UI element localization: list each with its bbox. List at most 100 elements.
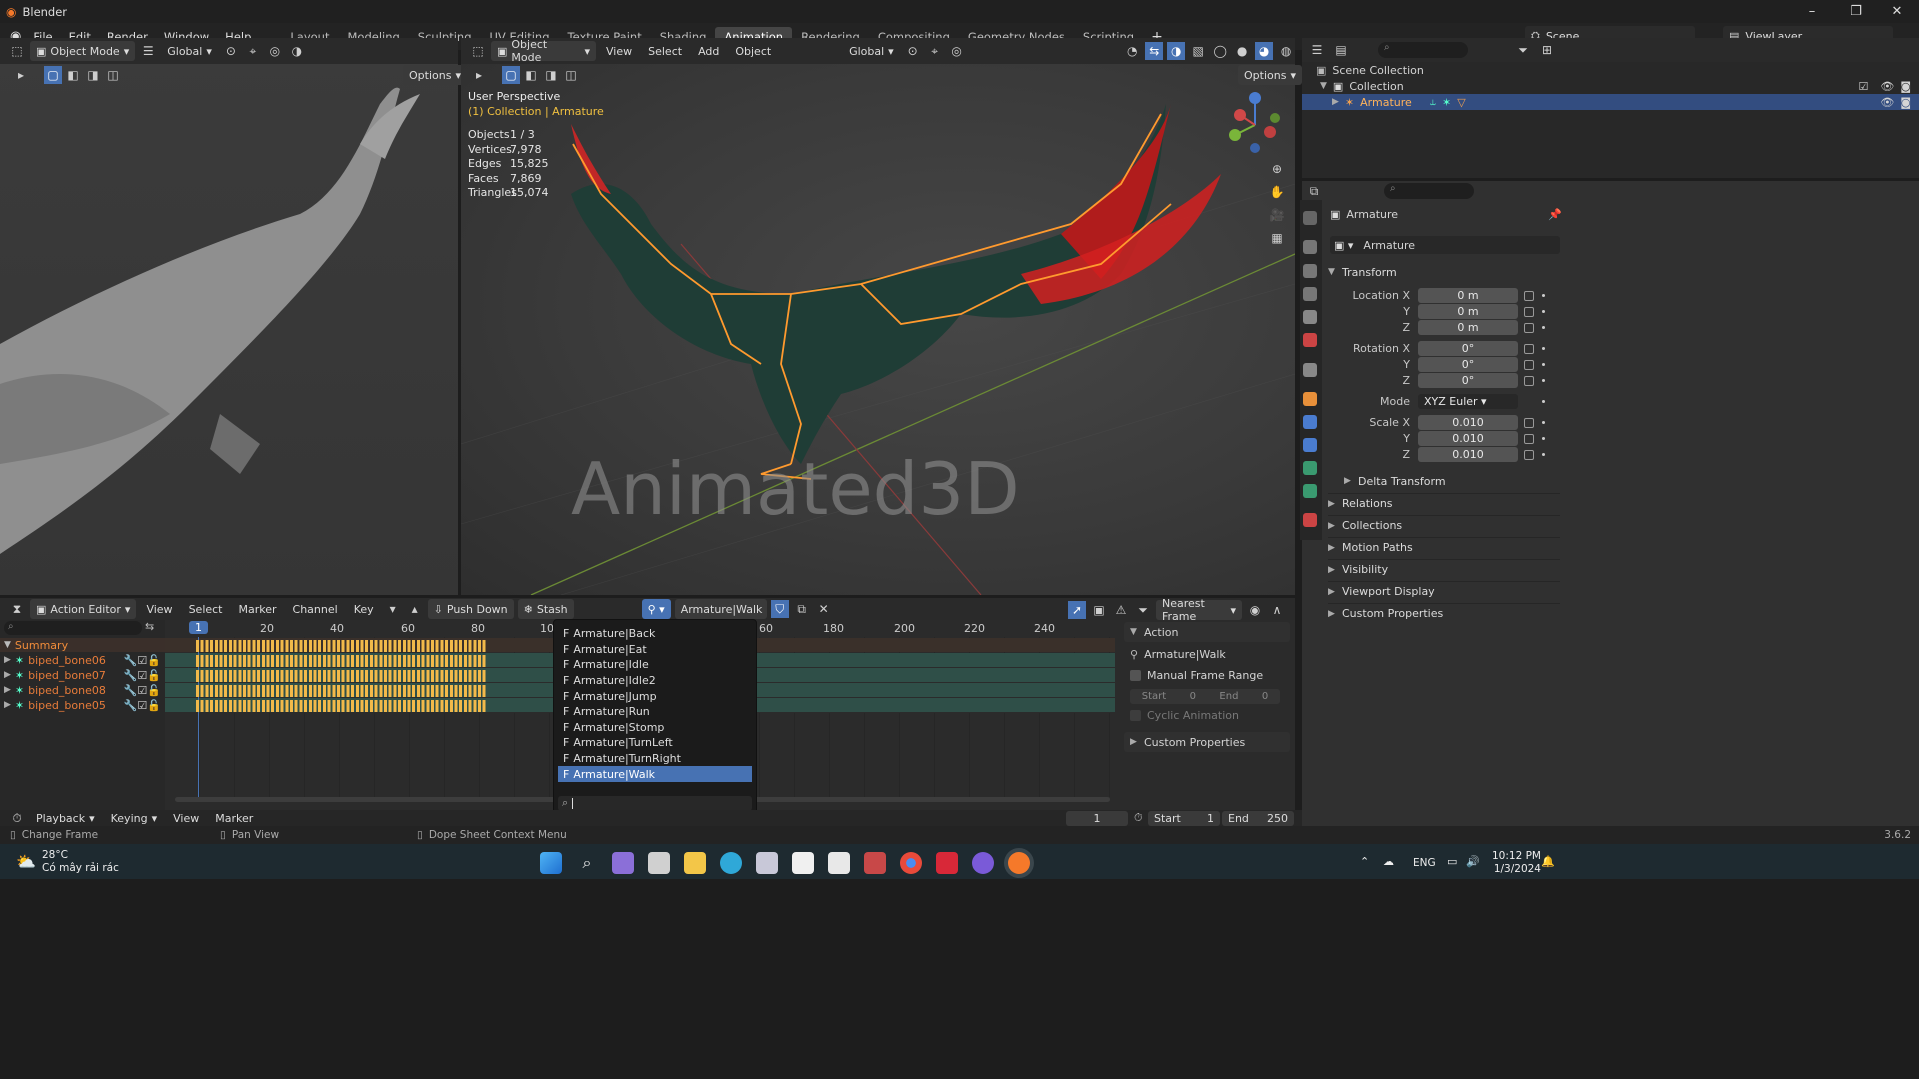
rotation-y-field[interactable]: 0° bbox=[1418, 357, 1518, 372]
current-frame-badge[interactable]: 1 bbox=[189, 621, 208, 634]
manual-range-checkbox[interactable] bbox=[1130, 670, 1141, 681]
select-subtract-icon[interactable]: ◨ bbox=[84, 66, 102, 84]
maximize-button[interactable]: ❐ bbox=[1834, 0, 1878, 23]
armature-eye-icon[interactable]: 👁 bbox=[1880, 96, 1894, 109]
main-select-box-tool-icon[interactable]: ▸ bbox=[470, 66, 488, 84]
start-menu-icon[interactable] bbox=[540, 852, 562, 874]
main-select-extend-icon[interactable]: ◧ bbox=[522, 66, 540, 84]
snipping-tool-icon[interactable] bbox=[756, 852, 778, 874]
keyframe-dot-icon[interactable] bbox=[1542, 347, 1545, 350]
action-item-turnleft[interactable]: F Armature|TurnLeft bbox=[558, 735, 752, 751]
timeline-view-menu[interactable]: View bbox=[167, 808, 205, 828]
select-new-icon[interactable]: ▢ bbox=[44, 66, 62, 84]
editor-type-icon[interactable]: ⬚ bbox=[8, 42, 26, 60]
main-snap-icon[interactable]: ⌖ bbox=[926, 42, 944, 60]
ds-menu-select[interactable]: Select bbox=[183, 599, 229, 619]
proportional-icon[interactable]: ◎ bbox=[266, 42, 284, 60]
channel-search-input[interactable]: ⌕ bbox=[4, 621, 142, 635]
action-search-input[interactable]: ⌕ bbox=[558, 795, 752, 811]
search-taskbar-icon[interactable]: ⌕ bbox=[576, 852, 598, 874]
visibility-header[interactable]: ▶ Visibility bbox=[1328, 559, 1560, 579]
new-collection-icon[interactable]: ⊞ bbox=[1538, 41, 1556, 59]
world-tab-icon[interactable] bbox=[1303, 333, 1317, 347]
weather-icon[interactable]: ⛅ bbox=[16, 852, 36, 871]
channel-bone07[interactable]: ▶ ✶ biped_bone07 🔧 ☑ 🔓 bbox=[0, 668, 165, 682]
channel-lock-icon[interactable]: 🔓 bbox=[147, 699, 161, 712]
action-item-walk[interactable]: F Armature|Walk bbox=[558, 766, 752, 782]
file-explorer-icon[interactable] bbox=[684, 852, 706, 874]
lock-icon[interactable] bbox=[1524, 322, 1534, 333]
output-tab-icon[interactable] bbox=[1303, 264, 1317, 278]
action-item-idle2[interactable]: F Armature|Idle2 bbox=[558, 673, 752, 689]
object-datablock-field[interactable]: ▣ ▾ Armature bbox=[1330, 236, 1560, 254]
action-panel-header[interactable]: ▼ Action bbox=[1124, 622, 1290, 642]
wrench-icon[interactable]: 🔧 bbox=[124, 684, 138, 697]
collection-checkbox-icon[interactable]: ☑ bbox=[1858, 80, 1868, 93]
layer-up-icon[interactable]: ▴ bbox=[406, 600, 424, 618]
editor-mode-select[interactable]: ▣ Action Editor ▾ bbox=[30, 599, 137, 619]
playback-menu[interactable]: Playback ▾ bbox=[30, 808, 101, 828]
collections-header[interactable]: ▶ Collections bbox=[1328, 515, 1560, 535]
rotation-x-field[interactable]: 0° bbox=[1418, 341, 1518, 356]
main-select-subtract-icon[interactable]: ◨ bbox=[542, 66, 560, 84]
menu-add[interactable]: Add bbox=[692, 41, 725, 61]
action-name-field[interactable]: Armature|Walk bbox=[674, 599, 767, 619]
collection-eye-icon[interactable]: 👁 bbox=[1880, 80, 1894, 93]
minimize-button[interactable]: – bbox=[1790, 0, 1834, 23]
edge-browser-icon[interactable] bbox=[720, 852, 742, 874]
stash-button[interactable]: ❄ Stash bbox=[517, 599, 574, 619]
action-custom-props-header[interactable]: ▶ Custom Properties bbox=[1124, 732, 1290, 752]
lock-icon[interactable] bbox=[1524, 417, 1534, 428]
menu-select[interactable]: Select bbox=[642, 41, 688, 61]
widgets-icon[interactable] bbox=[612, 852, 634, 874]
gizmo-toggle-icon[interactable]: ⇆ bbox=[1145, 42, 1164, 60]
ds-menu-view[interactable]: View bbox=[140, 599, 178, 619]
end-frame-field[interactable]: End 250 bbox=[1222, 810, 1294, 826]
main-pivot-icon[interactable]: ⊙ bbox=[904, 42, 922, 60]
channel-checkbox-icon[interactable]: ☑ bbox=[137, 654, 147, 667]
network-cloud-icon[interactable]: ☁ bbox=[1383, 855, 1394, 868]
start-frame-field[interactable]: Start 1 bbox=[1148, 810, 1220, 826]
menu-object[interactable]: Object bbox=[729, 41, 777, 61]
ds-menu-marker[interactable]: Marker bbox=[233, 599, 283, 619]
manual-range-row[interactable]: Manual Frame Range bbox=[1130, 669, 1263, 682]
left-transform-orientation[interactable]: Global ▾ bbox=[161, 41, 218, 61]
ds-menu-channel[interactable]: Channel bbox=[287, 599, 344, 619]
delta-transform-header[interactable]: ▶ Delta Transform bbox=[1344, 471, 1560, 491]
dopesheet-editor-icon[interactable]: ⧗ bbox=[8, 600, 26, 618]
keyframe-dot-icon[interactable] bbox=[1542, 294, 1545, 297]
properties-search-input[interactable]: ⌕ bbox=[1384, 183, 1474, 199]
visibility-filter-icon[interactable]: ◔ bbox=[1123, 42, 1141, 60]
notification-bell-icon[interactable]: 🔔 bbox=[1541, 855, 1555, 868]
channel-checkbox-icon[interactable]: ☑ bbox=[137, 669, 147, 682]
timeline-editor-icon[interactable]: ⏱ bbox=[8, 809, 26, 827]
channel-bone08[interactable]: ▶ ✶ biped_bone08 🔧 ☑ 🔓 bbox=[0, 683, 165, 697]
view-layer-tab-icon[interactable] bbox=[1303, 287, 1317, 301]
snap-mode-select[interactable]: Nearest Frame ▾ bbox=[1156, 597, 1242, 623]
keyframe-dot-icon[interactable] bbox=[1542, 421, 1545, 424]
action-item-turnright[interactable]: F Armature|TurnRight bbox=[558, 751, 752, 767]
keyframe-dot-icon[interactable] bbox=[1542, 400, 1545, 403]
volume-icon[interactable]: 🔊 bbox=[1466, 855, 1480, 868]
tray-chevron-icon[interactable]: ⌃ bbox=[1360, 855, 1369, 868]
main-transform-orientation[interactable]: Global ▾ bbox=[843, 41, 900, 61]
main-select-intersect-icon[interactable]: ◫ bbox=[562, 66, 580, 84]
location-y-field[interactable]: 0 m bbox=[1418, 304, 1518, 319]
transform-panel-header[interactable]: ▼ Transform bbox=[1328, 262, 1560, 282]
pivot-icon[interactable]: ⊙ bbox=[222, 42, 240, 60]
navigation-gizmo[interactable] bbox=[1220, 90, 1290, 160]
rendered-shading-icon[interactable]: ◍ bbox=[1277, 42, 1295, 60]
lock-icon[interactable] bbox=[1524, 306, 1534, 317]
layer-down-icon[interactable]: ▾ bbox=[384, 600, 402, 618]
lock-icon[interactable] bbox=[1524, 359, 1534, 370]
select-box-tool-icon[interactable]: ▸ bbox=[12, 66, 30, 84]
duplicate-action-icon[interactable]: ⧉ bbox=[793, 600, 811, 618]
keyframe-dot-icon[interactable] bbox=[1542, 363, 1545, 366]
ortho-grid-icon[interactable]: ▦ bbox=[1268, 229, 1286, 247]
scale-x-field[interactable]: 0.010 bbox=[1418, 415, 1518, 430]
texture-tab-icon[interactable] bbox=[1303, 513, 1317, 527]
display-icon[interactable]: ▭ bbox=[1447, 855, 1457, 868]
collection-tab-icon[interactable] bbox=[1303, 363, 1317, 377]
zoom-icon[interactable]: ⊕ bbox=[1268, 160, 1286, 178]
armature-expand-icon[interactable]: ▶ bbox=[1332, 97, 1339, 107]
